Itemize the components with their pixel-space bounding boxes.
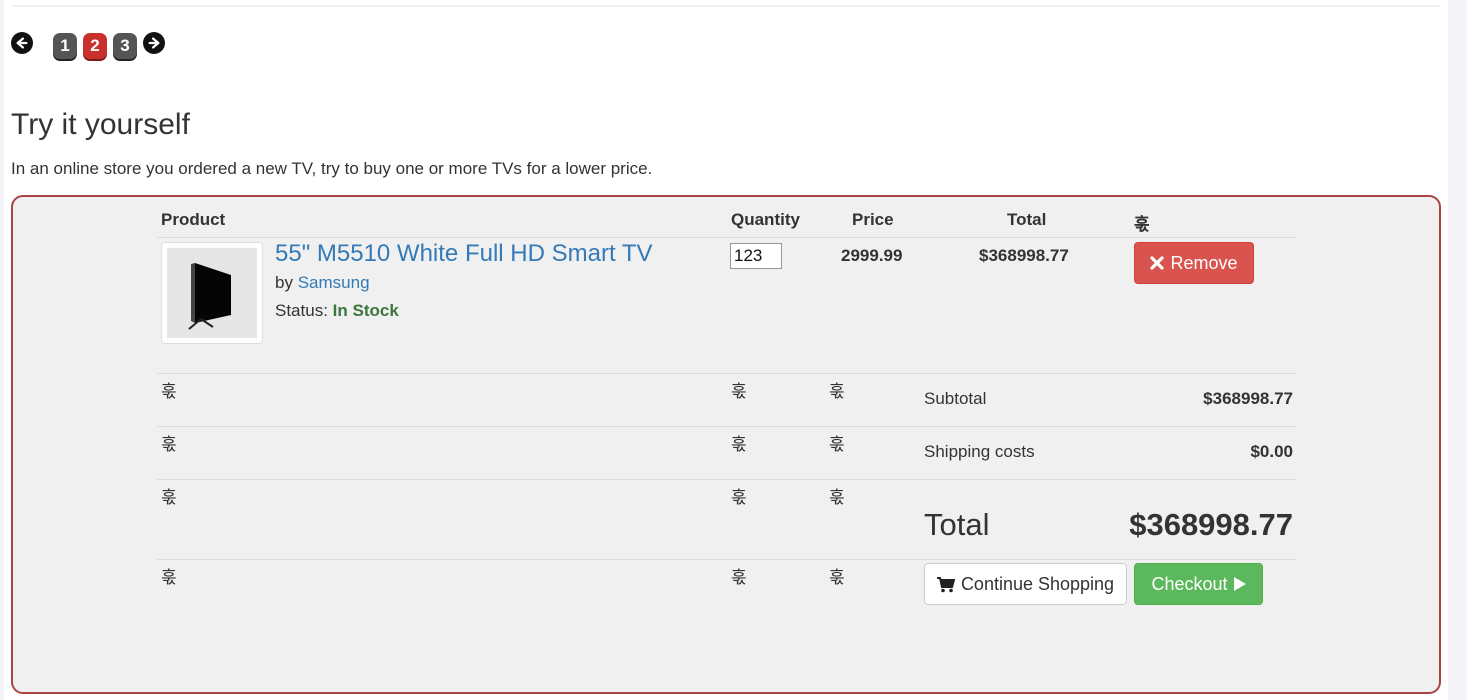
header-extra: 훇 bbox=[1134, 215, 1150, 234]
shipping-label: Shipping costs bbox=[924, 442, 1035, 461]
placeholder-glyph: 훇 bbox=[161, 568, 177, 587]
subtotal-value: $368998.77 bbox=[1203, 389, 1293, 408]
next-page-button[interactable] bbox=[143, 32, 165, 54]
header-product: Product bbox=[161, 210, 226, 229]
play-icon bbox=[1233, 577, 1246, 591]
grand-total-value: $368998.77 bbox=[1129, 507, 1293, 542]
row-divider bbox=[157, 373, 1297, 374]
placeholder-glyph: 훇 bbox=[829, 435, 845, 454]
grand-total-label: Total bbox=[924, 507, 990, 542]
page-3-button[interactable]: 3 bbox=[113, 33, 137, 59]
status-label: Status: bbox=[275, 301, 328, 320]
continue-shopping-label: Continue Shopping bbox=[960, 573, 1115, 594]
cart-table: Product Quantity Price Total 훇 55" M5510… bbox=[157, 197, 1297, 692]
placeholder-glyph: 훇 bbox=[731, 435, 747, 454]
product-brand-line: by Samsung bbox=[275, 273, 370, 293]
placeholder-glyph: 훇 bbox=[731, 568, 747, 587]
placeholder-glyph: 훇 bbox=[161, 382, 177, 401]
header-divider bbox=[157, 237, 1297, 238]
try-it-box: Product Quantity Price Total 훇 55" M5510… bbox=[11, 195, 1441, 694]
product-thumbnail[interactable] bbox=[161, 242, 263, 344]
checkout-label: Checkout bbox=[1151, 573, 1228, 594]
tv-product-image bbox=[167, 248, 257, 338]
placeholder-glyph: 훇 bbox=[731, 382, 747, 401]
row-divider bbox=[157, 426, 1297, 427]
brand-link[interactable]: Samsung bbox=[298, 273, 370, 292]
placeholder-glyph: 훇 bbox=[829, 382, 845, 401]
shopping-cart-icon bbox=[936, 576, 955, 592]
header-total: Total bbox=[1007, 210, 1047, 229]
row-divider bbox=[157, 559, 1297, 560]
product-name-link[interactable]: 55" M5510 White Full HD Smart TV bbox=[275, 240, 653, 268]
remove-label: Remove bbox=[1170, 252, 1238, 273]
header-quantity: Quantity bbox=[731, 210, 800, 229]
placeholder-glyph: 훇 bbox=[161, 488, 177, 507]
subtotal-label: Subtotal bbox=[924, 389, 987, 408]
arrow-left-icon bbox=[16, 37, 28, 49]
item-total: $368998.77 bbox=[979, 246, 1069, 265]
placeholder-glyph: 훇 bbox=[161, 435, 177, 454]
shipping-value: $0.00 bbox=[1250, 442, 1293, 461]
by-label: by bbox=[275, 273, 293, 292]
quantity-input[interactable] bbox=[730, 243, 782, 269]
checkout-button[interactable]: Checkout bbox=[1134, 563, 1263, 605]
status-value: In Stock bbox=[332, 301, 399, 320]
product-status-line: Status: In Stock bbox=[275, 301, 399, 321]
section-title: Try it yourself bbox=[11, 108, 190, 141]
placeholder-glyph: 훇 bbox=[829, 488, 845, 507]
item-price: 2999.99 bbox=[841, 246, 903, 265]
page-1-button[interactable]: 1 bbox=[53, 33, 77, 59]
page: 1 2 3 Try it yourself In an online store… bbox=[4, 0, 1448, 700]
continue-shopping-button[interactable]: Continue Shopping bbox=[924, 563, 1127, 605]
section-description: In an online store you ordered a new TV,… bbox=[11, 159, 653, 178]
close-icon bbox=[1150, 256, 1165, 270]
page-2-button[interactable]: 2 bbox=[83, 33, 107, 59]
placeholder-glyph: 훇 bbox=[731, 488, 747, 507]
remove-button[interactable]: Remove bbox=[1134, 242, 1254, 284]
header-price: Price bbox=[852, 210, 894, 229]
arrow-right-icon bbox=[148, 37, 160, 49]
previous-page-button[interactable] bbox=[11, 32, 33, 54]
top-divider bbox=[12, 5, 1440, 7]
placeholder-glyph: 훇 bbox=[829, 568, 845, 587]
row-divider bbox=[157, 479, 1297, 480]
